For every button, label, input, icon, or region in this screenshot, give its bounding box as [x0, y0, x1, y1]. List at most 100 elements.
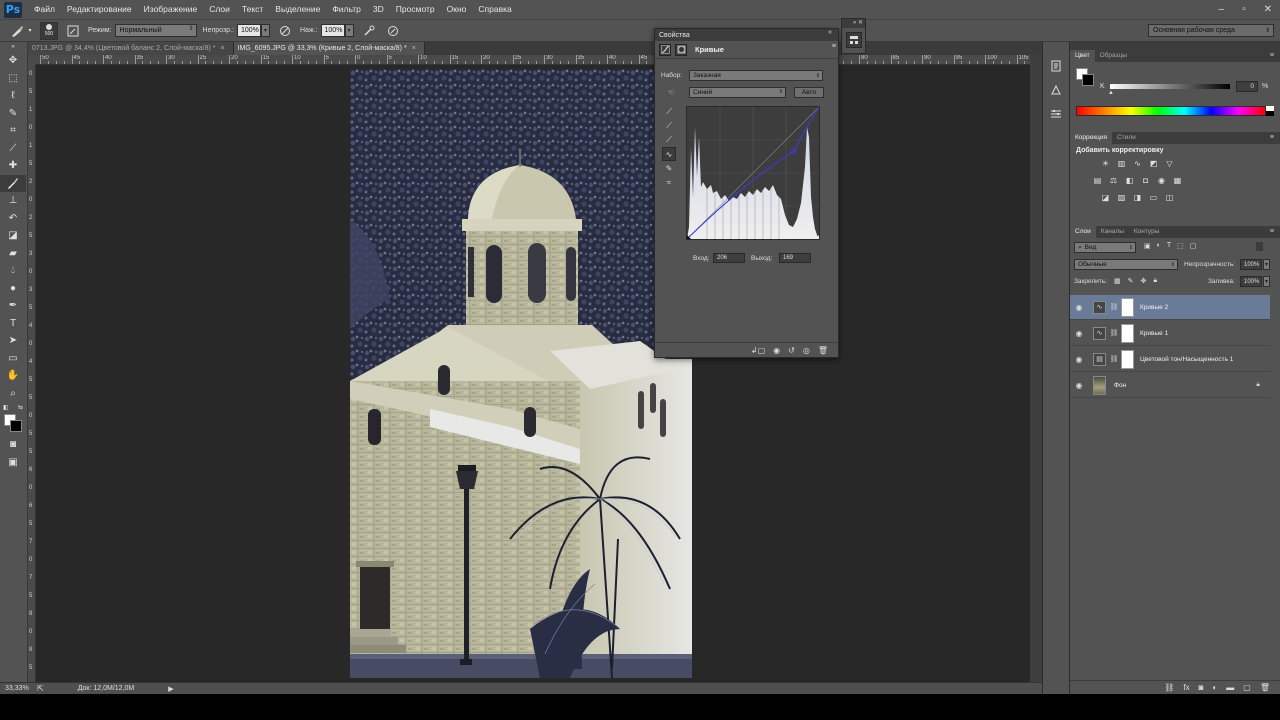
- horizontal-ruler[interactable]: 5045403530252015105051015202530354045505…: [36, 55, 1042, 65]
- link-icon[interactable]: ⛓︎: [1109, 355, 1119, 363]
- menu-view[interactable]: Просмотр: [390, 0, 441, 19]
- visibility-eye-icon[interactable]: ◉: [1070, 355, 1088, 364]
- status-share-icon[interactable]: ⇱: [37, 684, 44, 693]
- layer-opacity-input[interactable]: 100%: [1240, 259, 1262, 270]
- slider-thumb-icon[interactable]: ▲: [1108, 90, 1114, 96]
- link-layers-icon[interactable]: ⛓︎: [1164, 683, 1174, 692]
- k-channel-input[interactable]: 0: [1236, 81, 1258, 92]
- tab-layers[interactable]: Слои: [1070, 226, 1096, 238]
- vertical-scrollbar[interactable]: [1030, 55, 1042, 682]
- link-icon[interactable]: ⛓︎: [1109, 329, 1119, 337]
- layer-opacity-dropdown-icon[interactable]: ▾: [1263, 259, 1270, 270]
- panel-menu-icon[interactable]: ≡: [1270, 226, 1274, 238]
- brush-tool-icon[interactable]: [8, 22, 26, 40]
- panel-menu-icon[interactable]: ≡: [1270, 50, 1274, 62]
- invert-icon[interactable]: ◪: [1100, 192, 1111, 203]
- lock-transparent-icon[interactable]: ▦: [1114, 277, 1121, 285]
- marquee-tool-icon[interactable]: ⬚: [0, 70, 26, 88]
- new-group-icon[interactable]: ▬: [1226, 683, 1234, 692]
- clip-to-layer-icon[interactable]: ↲▢: [751, 346, 765, 355]
- layer-row[interactable]: ◉ ∿ ⛓︎ Кривые 2: [1070, 295, 1270, 320]
- menu-3d[interactable]: 3D: [367, 0, 390, 19]
- crop-tool-icon[interactable]: ⌗: [0, 122, 26, 140]
- gradient-tool-icon[interactable]: ▰: [0, 245, 26, 263]
- tab-channels[interactable]: Каналы: [1096, 226, 1129, 238]
- tab-adjustments[interactable]: Коррекция: [1070, 132, 1112, 144]
- lock-all-icon[interactable]: 🔒︎: [1153, 277, 1157, 285]
- layer-name[interactable]: Цветовой тон/Насыщенность 1: [1140, 356, 1233, 363]
- menu-help[interactable]: Справка: [472, 0, 517, 19]
- delete-layer-icon[interactable]: 🗑︎: [1260, 683, 1270, 692]
- black-white-icon[interactable]: ◧: [1124, 175, 1135, 186]
- tab-styles[interactable]: Стили: [1112, 132, 1141, 144]
- lock-pixels-icon[interactable]: ✎: [1128, 277, 1134, 285]
- menu-image[interactable]: Изображение: [138, 0, 204, 19]
- levels-icon[interactable]: ▥: [1116, 158, 1127, 169]
- output-value-field[interactable]: 169: [779, 253, 811, 263]
- menu-type[interactable]: Текст: [236, 0, 269, 19]
- background-color-swatch[interactable]: [1082, 74, 1094, 86]
- layer-mask-thumbnail[interactable]: [1121, 297, 1134, 317]
- new-adjustment-layer-icon[interactable]: ◐: [1212, 683, 1217, 692]
- airbrush-icon[interactable]: [360, 22, 378, 40]
- color-lookup-icon[interactable]: ▦: [1172, 175, 1183, 186]
- document-image[interactable]: [350, 69, 692, 678]
- blur-tool-icon[interactable]: 💧︎: [0, 262, 26, 280]
- filter-pixel-icon[interactable]: ▣: [1144, 242, 1151, 250]
- ruler-corner[interactable]: [28, 55, 36, 65]
- workspace-select[interactable]: Основная рабочая среда ⇕: [1148, 24, 1274, 37]
- layer-row[interactable]: ◉ Фон 🔒︎: [1070, 373, 1270, 398]
- hue-saturation-icon[interactable]: ▤: [1092, 175, 1103, 186]
- curves-icon[interactable]: ∿: [1132, 158, 1143, 169]
- preset-select[interactable]: Заказная ⇕: [689, 70, 823, 81]
- visibility-eye-icon[interactable]: ◉: [1070, 303, 1088, 312]
- selective-color-icon[interactable]: ◫: [1164, 192, 1175, 203]
- filter-smart-object-icon[interactable]: ▢: [1190, 242, 1197, 250]
- menu-layers[interactable]: Слои: [203, 0, 236, 19]
- pressure-opacity-icon[interactable]: [276, 22, 294, 40]
- k-channel-slider[interactable]: [1110, 84, 1230, 89]
- healing-brush-tool-icon[interactable]: ✚: [0, 157, 26, 175]
- threshold-icon[interactable]: ◨: [1132, 192, 1143, 203]
- fill-input[interactable]: 100%: [1240, 276, 1262, 287]
- visibility-eye-icon[interactable]: ◉: [1070, 329, 1088, 338]
- filter-adjustment-icon[interactable]: ◐: [1157, 242, 1161, 250]
- tab-swatches[interactable]: Образцы: [1095, 50, 1132, 62]
- eyedropper-tool-icon[interactable]: ⟋: [0, 140, 26, 158]
- canvas-area[interactable]: [36, 65, 1030, 682]
- view-previous-state-icon[interactable]: ◉: [773, 346, 780, 355]
- path-select-tool-icon[interactable]: ➤: [0, 332, 26, 350]
- close-tab-icon[interactable]: ×: [220, 45, 224, 52]
- close-button[interactable]: ✕: [1264, 4, 1272, 15]
- history-panel-icon[interactable]: [1045, 56, 1067, 76]
- lasso-tool-icon[interactable]: ℓ: [0, 87, 26, 105]
- close-icon[interactable]: » ✕: [842, 19, 865, 28]
- pressure-size-icon[interactable]: [384, 22, 402, 40]
- smooth-curve-icon[interactable]: ≈: [662, 175, 676, 189]
- panel-menu-icon[interactable]: ≡: [1270, 132, 1274, 144]
- layer-mask-icon[interactable]: [675, 43, 687, 56]
- zoom-tool-icon[interactable]: ⌕: [0, 385, 26, 403]
- color-swatches[interactable]: [0, 412, 26, 436]
- brush-tool-icon[interactable]: [0, 174, 26, 192]
- pencil-draw-curve-icon[interactable]: ✎: [662, 161, 676, 175]
- channel-select[interactable]: Синий ⇕: [689, 86, 786, 98]
- status-menu-icon[interactable]: ▶: [168, 685, 173, 693]
- toggle-visibility-icon[interactable]: ◎: [803, 346, 810, 355]
- tab-color[interactable]: Цвет: [1070, 50, 1095, 62]
- menu-file[interactable]: Файл: [28, 0, 61, 19]
- dodge-tool-icon[interactable]: ●: [0, 280, 26, 298]
- minimize-button[interactable]: –: [1219, 4, 1225, 15]
- sample-gray-point-icon[interactable]: ⟋: [662, 119, 676, 133]
- posterize-icon[interactable]: ▨: [1116, 192, 1127, 203]
- flow-dropdown-icon[interactable]: ▾: [344, 24, 354, 37]
- add-mask-icon[interactable]: ◙: [1199, 683, 1204, 692]
- auto-button[interactable]: Авто: [794, 86, 824, 98]
- background-thumbnail[interactable]: [1093, 375, 1106, 395]
- maximize-button[interactable]: ▫: [1242, 4, 1246, 15]
- eraser-tool-icon[interactable]: ◪: [0, 227, 26, 245]
- pen-tool-icon[interactable]: ✒: [0, 297, 26, 315]
- flow-input[interactable]: 100%: [320, 24, 345, 37]
- tab-document-1[interactable]: 0713.JPG @ 34,4% (Цветовой баланс 2, Сло…: [28, 42, 234, 55]
- layer-style-icon[interactable]: fx: [1183, 683, 1189, 692]
